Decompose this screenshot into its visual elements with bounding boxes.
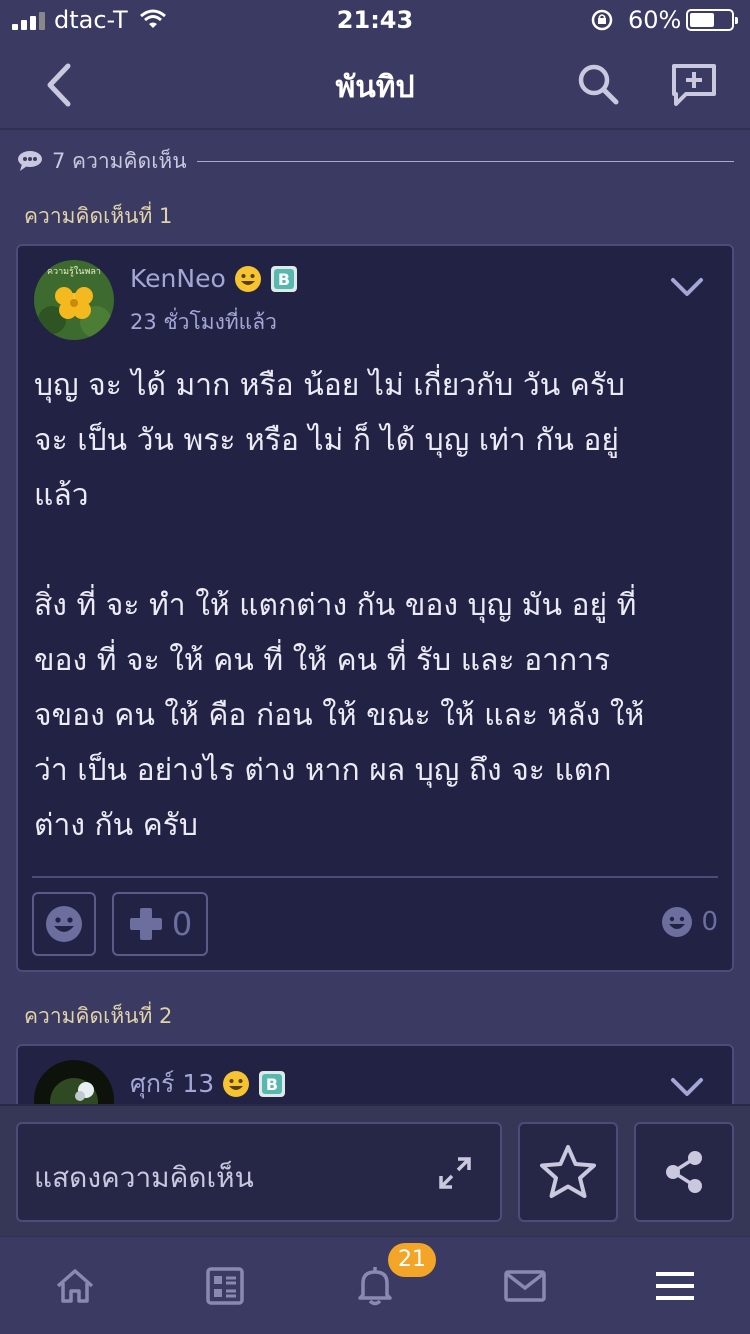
reaction-count: 0 <box>701 907 718 937</box>
chevron-down-icon[interactable] <box>670 276 704 298</box>
vote-button[interactable]: 0 <box>112 892 208 956</box>
comment-input[interactable]: แสดงความคิดเห็น <box>16 1122 502 1222</box>
tab-bar: 21 <box>0 1236 750 1334</box>
share-icon <box>666 1151 702 1193</box>
divider <box>196 160 734 162</box>
status-bar: dtac-T 21:43 60% <box>0 0 750 40</box>
username[interactable]: KenNeo <box>130 264 226 293</box>
menu-icon <box>656 1272 694 1300</box>
comment-count: 7 ความคิดเห็น <box>52 148 187 173</box>
tab-feed[interactable] <box>150 1237 300 1334</box>
comment-placeholder: แสดงความคิดเห็น <box>34 1161 254 1194</box>
nav-divider <box>0 128 750 130</box>
tab-notifications[interactable]: 21 <box>300 1237 450 1334</box>
comment-label: ความคิดเห็นที่ 2 <box>24 1004 173 1028</box>
expand-icon[interactable] <box>438 1156 472 1190</box>
tab-home[interactable] <box>0 1237 150 1334</box>
comment-body: บุญ จะ ได้ มาก หรือ น้อย ไม่ เกี่ยวกับ ว… <box>34 368 645 843</box>
emoji-icon <box>46 906 82 942</box>
battery-icon <box>686 9 738 31</box>
tab-messages[interactable] <box>450 1237 600 1334</box>
compose-icon[interactable] <box>670 62 718 108</box>
notification-badge: 21 <box>388 1243 436 1277</box>
tab-menu[interactable] <box>600 1237 750 1334</box>
mail-icon <box>504 1270 546 1302</box>
comment-count-row: 7 ความคิดเห็น <box>16 146 734 176</box>
username[interactable]: ศุกร์ 13 <box>130 1064 214 1104</box>
author-row: ศุกร์ 13 B <box>130 1064 286 1104</box>
plus-icon <box>129 908 162 940</box>
author-row: KenNeo B <box>130 264 298 293</box>
emoji-icon <box>662 907 693 937</box>
emoji-icon <box>223 1071 250 1097</box>
avatar-caption: ความรู้ในพลา <box>47 266 101 277</box>
page-title: พันทิป <box>335 70 415 105</box>
b-badge-icon: B <box>270 265 297 292</box>
avatar[interactable]: ความรู้ในพลา <box>34 260 114 340</box>
svg-text:B: B <box>278 270 290 289</box>
star-icon <box>540 1145 596 1198</box>
feed-icon <box>206 1267 244 1305</box>
emotion-button[interactable] <box>32 892 96 956</box>
home-icon <box>56 1269 94 1303</box>
comment-label: ความคิดเห็นที่ 1 <box>24 204 173 228</box>
comment-card: ความรู้ในพลา KenNeo B 23 ชั่วโมงที่แล้ว … <box>16 244 734 972</box>
reaction-total[interactable]: 0 <box>661 906 718 938</box>
speech-bubble-icon <box>18 151 42 171</box>
nav-bar: พันทิป <box>0 40 750 128</box>
emoji-icon <box>234 265 261 292</box>
vote-count: 0 <box>171 905 193 943</box>
chevron-down-icon[interactable] <box>670 1076 704 1098</box>
divider <box>32 876 718 878</box>
rotation-lock-icon <box>591 9 613 31</box>
search-icon[interactable] <box>576 62 620 106</box>
bell-icon <box>358 1267 392 1306</box>
favorite-button[interactable] <box>518 1122 618 1222</box>
battery-percent: 60% <box>628 6 682 34</box>
share-button[interactable] <box>634 1122 734 1222</box>
timestamp: 23 ชั่วโมงที่แล้ว <box>130 310 277 334</box>
svg-text:B: B <box>266 1075 278 1094</box>
comment-bar: แสดงความคิดเห็น <box>0 1104 750 1236</box>
b-badge-icon: B <box>259 1071 286 1097</box>
